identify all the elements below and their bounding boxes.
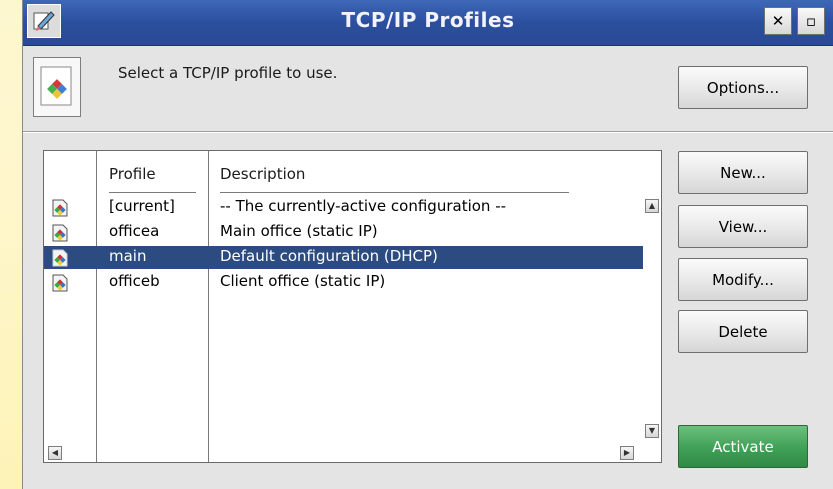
scroll-up-icon[interactable]: ▲: [645, 199, 659, 213]
close-icon: ✕: [771, 12, 785, 30]
window-title: TCP/IP Profiles: [341, 8, 515, 32]
profile-name: main: [109, 247, 147, 265]
scroll-down-icon[interactable]: ▼: [645, 424, 659, 438]
profile-name: officeb: [109, 272, 160, 290]
scroll-left-icon[interactable]: ◀: [48, 446, 62, 460]
profile-list[interactable]: Profile Description [current] -- The cur…: [43, 150, 662, 463]
separator: [23, 131, 833, 133]
view-button-label: View...: [718, 217, 768, 236]
delete-button-label: Delete: [718, 322, 768, 341]
profile-icon: [52, 274, 68, 292]
instruction-text: Select a TCP/IP profile to use.: [118, 64, 338, 82]
tcpip-profiles-window: TCP/IP Profiles ✕ ▫ Select a TCP/IP prof…: [22, 0, 833, 489]
table-row-selected[interactable]: main Default configuration (DHCP): [44, 246, 643, 269]
column-header-description[interactable]: Description: [220, 165, 305, 183]
profile-description: Main office (static IP): [220, 222, 378, 240]
vertical-scrollbar[interactable]: ▲ ▼: [643, 151, 661, 462]
scroll-right-icon[interactable]: ▶: [620, 446, 634, 460]
desktop-background: [0, 0, 22, 489]
profile-document-icon: [33, 57, 81, 117]
table-row[interactable]: [current] -- The currently-active config…: [44, 196, 643, 219]
header-underline: [220, 192, 569, 193]
profile-icon: [52, 224, 68, 242]
delete-button[interactable]: Delete: [678, 310, 808, 353]
profile-icon: [52, 249, 68, 267]
modify-button-label: Modify...: [712, 270, 774, 289]
title-bar[interactable]: TCP/IP Profiles ✕ ▫: [23, 0, 833, 46]
new-button[interactable]: New...: [678, 151, 808, 194]
profile-description: Default configuration (DHCP): [220, 247, 438, 265]
modify-button[interactable]: Modify...: [678, 258, 808, 301]
horizontal-scrollbar[interactable]: ◀ ▶: [44, 445, 643, 462]
activate-button-label: Activate: [712, 437, 774, 456]
view-button[interactable]: View...: [678, 205, 808, 248]
profile-description: Client office (static IP): [220, 272, 386, 290]
profile-name: [current]: [109, 197, 175, 215]
table-row[interactable]: officea Main office (static IP): [44, 221, 643, 244]
options-button[interactable]: Options...: [678, 66, 808, 109]
restore-icon: ▫: [805, 12, 817, 30]
column-header-profile[interactable]: Profile: [109, 165, 156, 183]
activate-button[interactable]: Activate: [678, 425, 808, 468]
table-row[interactable]: officeb Client office (static IP): [44, 271, 643, 294]
profile-icon: [52, 199, 68, 217]
profile-name: officea: [109, 222, 160, 240]
profile-description: -- The currently-active configuration --: [220, 197, 507, 215]
new-button-label: New...: [720, 163, 766, 182]
close-button[interactable]: ✕: [764, 7, 792, 35]
options-button-label: Options...: [706, 78, 780, 97]
header-underline: [109, 192, 196, 193]
restore-button[interactable]: ▫: [797, 7, 825, 35]
